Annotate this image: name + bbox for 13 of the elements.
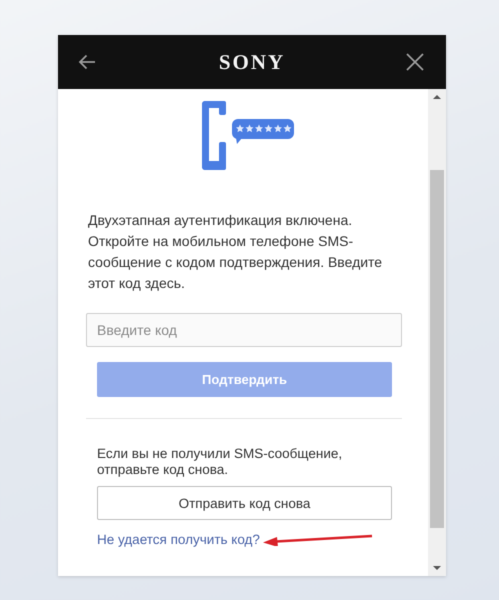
resend-note: Если вы не получили SMS-сообщение, отправьте код снова. bbox=[97, 446, 344, 478]
code-input-field[interactable]: Введите код bbox=[86, 313, 402, 347]
instruction-text: Двухэтапная аутентификация включена. Откройте на мобильном телефоне SMS-сообщение с кодом подтверждения. Введите этот код здесь. bbox=[88, 211, 384, 293]
help-link[interactable]: Не удается получить код? bbox=[97, 532, 260, 547]
resend-button[interactable]: Отправить код снова bbox=[97, 486, 392, 520]
scroll-up-icon[interactable] bbox=[433, 95, 441, 99]
scrollbar[interactable] bbox=[428, 89, 446, 576]
back-arrow-icon[interactable] bbox=[78, 54, 96, 70]
scrollbar-thumb[interactable] bbox=[430, 170, 444, 528]
close-icon[interactable] bbox=[406, 53, 424, 71]
sony-logo: SONY bbox=[218, 50, 286, 74]
scroll-down-icon[interactable] bbox=[433, 566, 441, 570]
phone-message-icon bbox=[200, 99, 296, 173]
